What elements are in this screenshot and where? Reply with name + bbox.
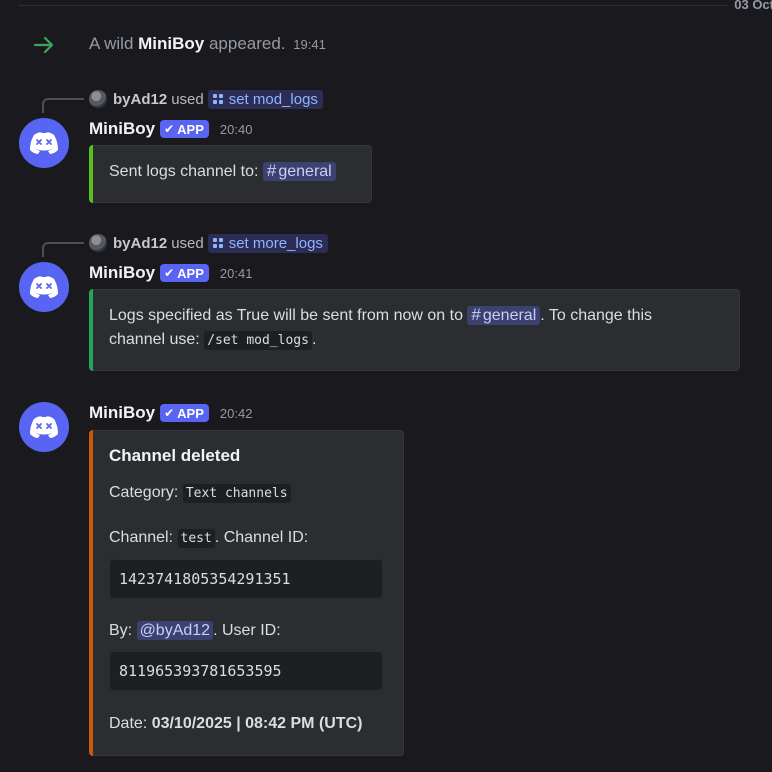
channel-id-codeblock[interactable]: 1423741805354291351 [109, 559, 383, 599]
author-name[interactable]: MiniBoy [89, 403, 155, 423]
message-header: MiniBoy ✔ APP 20:41 [89, 263, 252, 283]
command-name: set mod_logs [228, 90, 318, 108]
inline-code: /set mod_logs [204, 331, 312, 350]
embed-title: Channel deleted [109, 446, 241, 465]
date-divider-label: 03 Oct [728, 0, 772, 12]
avatar[interactable] [19, 118, 69, 168]
inline-code: test [177, 529, 215, 548]
embed-text: Logs specified as True will be sent from… [109, 307, 468, 324]
embed-color-bar [89, 430, 93, 756]
embed-text: channel use: [109, 331, 205, 348]
app-badge: ✔ APP [160, 404, 209, 422]
embed-text: . To change this [540, 307, 653, 324]
command-mention[interactable]: set mod_logs [207, 89, 323, 109]
reply-spine [42, 98, 84, 113]
field-label: Date: [109, 715, 152, 732]
checkmark-icon: ✔ [164, 122, 175, 136]
message-timestamp[interactable]: 20:41 [220, 266, 253, 281]
embed-color-bar [89, 145, 93, 203]
reply-reference[interactable]: byAd12 used set mod_logs [89, 88, 323, 110]
avatar[interactable] [19, 402, 69, 452]
embed: Sent logs channel to: # general [89, 145, 372, 203]
date-value: 03/10/2025 | 08:42 PM (UTC) [151, 715, 363, 732]
arrow-right-icon [33, 36, 54, 54]
reply-username[interactable]: byAd12 [113, 91, 167, 108]
app-badge-label: APP [177, 405, 204, 421]
reply-username[interactable]: byAd12 [113, 235, 167, 252]
message-timestamp[interactable]: 20:42 [220, 406, 253, 421]
field-label: . Channel ID: [214, 529, 309, 546]
message-timestamp[interactable]: 20:40 [220, 122, 253, 137]
message-header: MiniBoy ✔ APP 20:42 [89, 403, 252, 423]
author-name[interactable]: MiniBoy [89, 263, 155, 283]
embed-description: Sent logs channel to: # general [109, 159, 336, 184]
embed-text: . [311, 331, 317, 348]
hash-icon: # [471, 305, 481, 324]
avatar[interactable] [19, 262, 69, 312]
checkmark-icon: ✔ [164, 266, 175, 280]
reply-spine [42, 242, 84, 257]
checkmark-icon: ✔ [164, 406, 175, 420]
hash-icon: # [266, 161, 277, 180]
author-name[interactable]: MiniBoy [89, 119, 155, 139]
join-message: A wild MiniBoy appeared. 19:41 [89, 34, 326, 54]
channel-mention[interactable]: # general [262, 161, 336, 181]
embed-category: Category: Text channels [109, 481, 291, 506]
slash-command-icon [212, 237, 224, 249]
embed-by: By: @byAd12. User ID: [109, 619, 281, 643]
user-id-codeblock[interactable]: 811965393781653595 [109, 651, 383, 691]
embed-description-line-2: channel use: /set mod_logs. [109, 328, 316, 353]
join-prefix: A wild [89, 34, 139, 53]
inline-code: Text channels [182, 484, 291, 503]
embed-color-bar [89, 289, 93, 371]
join-suffix: appeared. [204, 34, 286, 53]
join-username[interactable]: MiniBoy [138, 34, 204, 53]
embed-date: Date: 03/10/2025 | 08:42 PM (UTC) [109, 712, 362, 736]
field-label: By: [109, 622, 137, 639]
reply-avatar[interactable] [89, 90, 107, 108]
app-badge: ✔ APP [160, 264, 209, 282]
reply-used-label: used [171, 234, 204, 252]
discord-logo-icon [30, 276, 58, 298]
embed-channel: Channel: test. Channel ID: [109, 526, 308, 551]
embed: Channel deleted Category: Text channels … [89, 430, 404, 756]
reply-used-label: used [171, 90, 204, 108]
app-badge: ✔ APP [160, 120, 209, 138]
embed-text: Sent logs channel to: [109, 163, 263, 180]
app-badge-label: APP [177, 121, 204, 137]
join-timestamp[interactable]: 19:41 [293, 37, 326, 52]
date-divider-line [18, 5, 772, 6]
embed: Logs specified as True will be sent from… [89, 289, 740, 371]
slash-command-icon [212, 93, 224, 105]
channel-mention[interactable]: # general [467, 305, 541, 325]
embed-description-line-1: Logs specified as True will be sent from… [109, 303, 652, 328]
discord-logo-icon [30, 132, 58, 154]
command-name: set more_logs [228, 234, 323, 252]
field-label: Category: [109, 484, 183, 501]
discord-logo-icon [30, 416, 58, 438]
channel-mention-label: general [482, 307, 537, 324]
user-mention[interactable]: @byAd12 [136, 621, 214, 640]
reply-avatar[interactable] [89, 234, 107, 252]
field-label: Channel: [109, 529, 178, 546]
app-badge-label: APP [177, 265, 204, 281]
reply-reference[interactable]: byAd12 used set more_logs [89, 232, 328, 254]
message-header: MiniBoy ✔ APP 20:40 [89, 119, 252, 139]
command-mention[interactable]: set more_logs [207, 233, 328, 253]
field-label: . User ID: [213, 622, 281, 639]
channel-mention-label: general [278, 163, 332, 180]
